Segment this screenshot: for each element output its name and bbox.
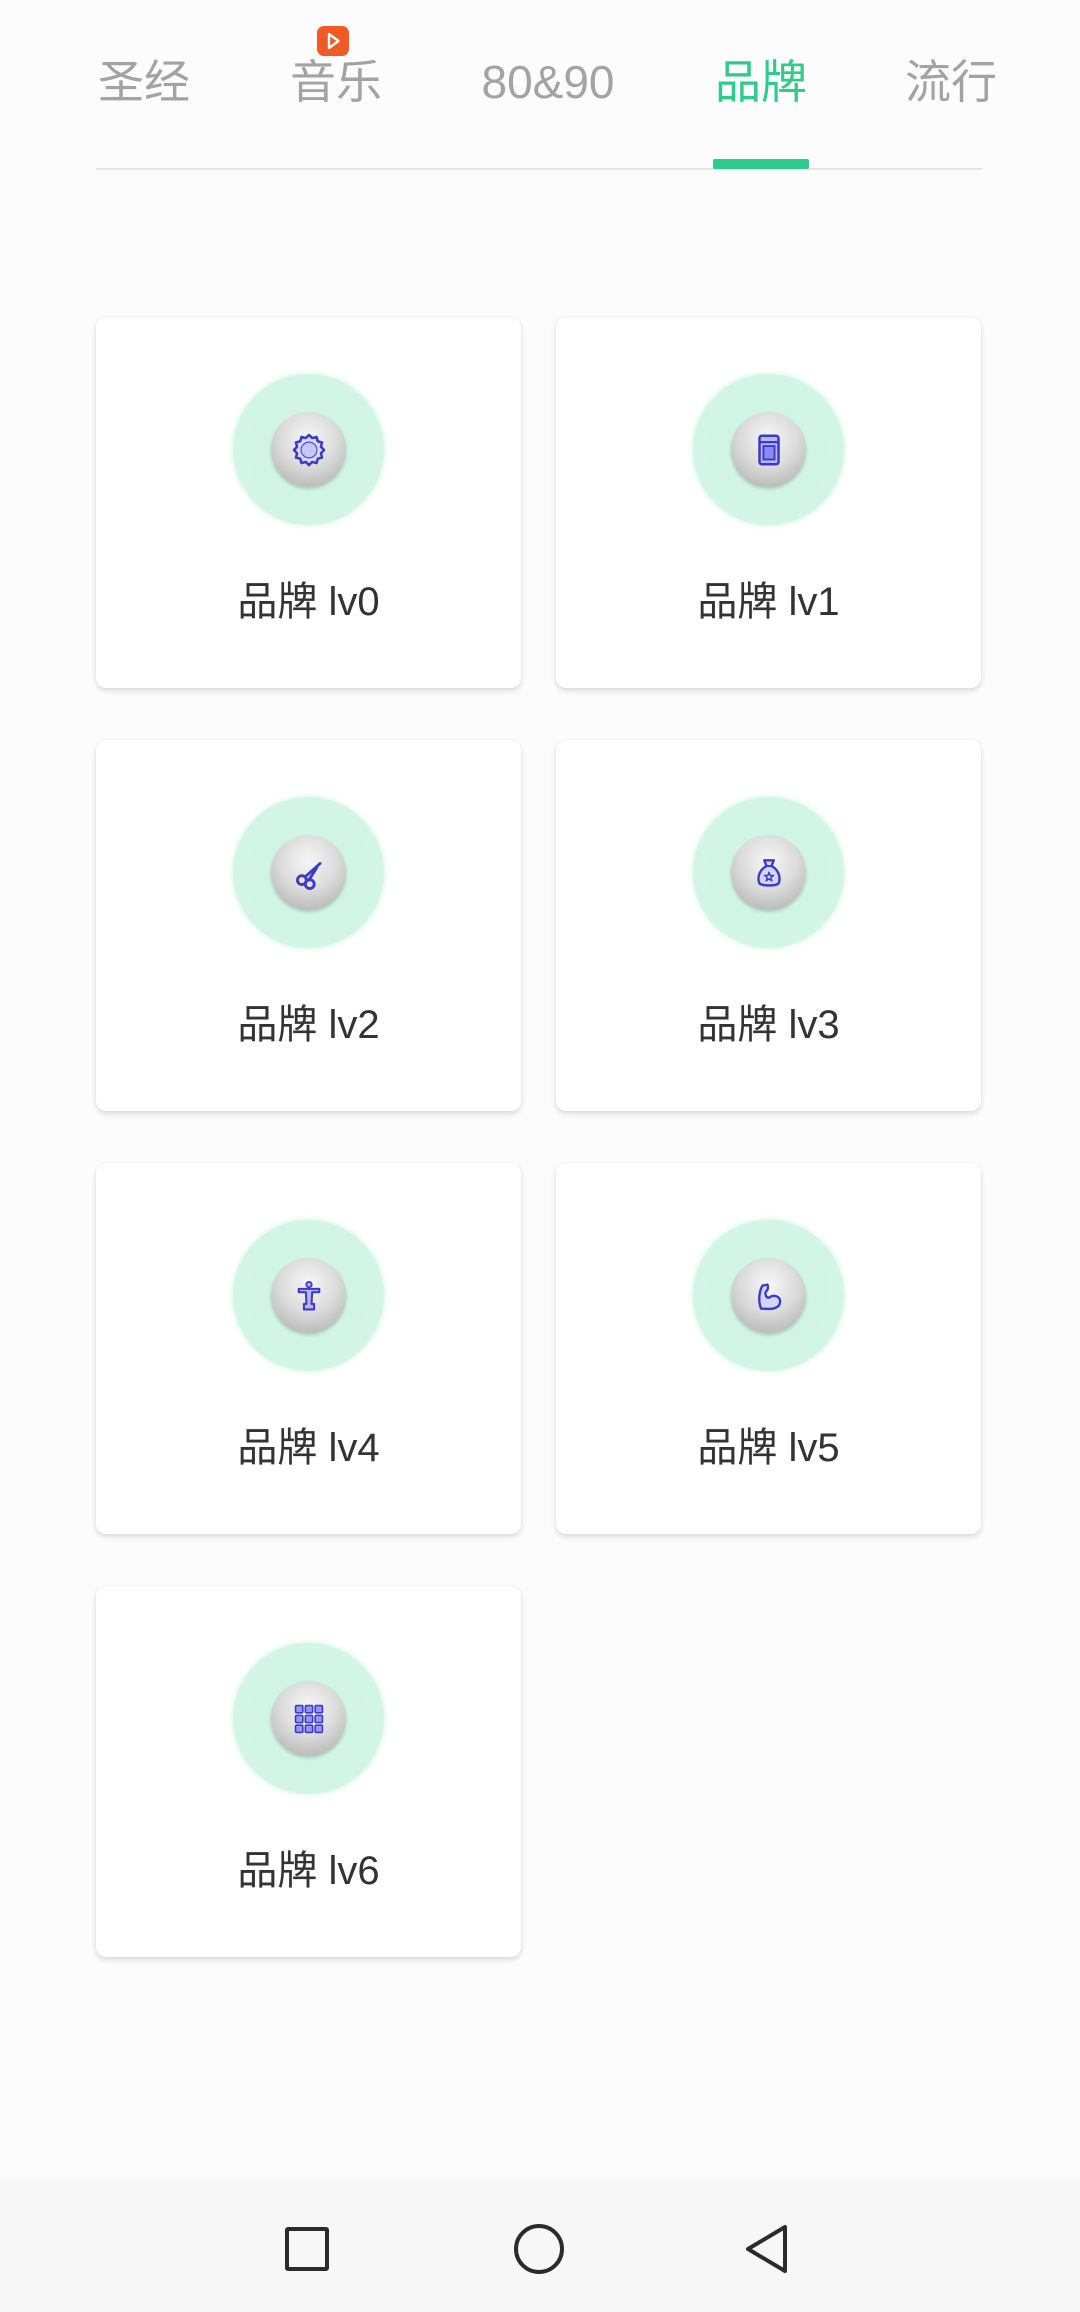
level-card-label: 品牌 lv6 — [237, 1849, 380, 1893]
icon-ring — [233, 1220, 384, 1371]
level-card-label: 品牌 lv5 — [697, 1426, 840, 1470]
flexed-arm-icon — [757, 1282, 781, 1310]
icon-ring — [693, 374, 844, 525]
level-card-lv5[interactable]: 品牌 lv5 — [556, 1163, 981, 1534]
circle-icon — [514, 2224, 564, 2274]
icon-ball — [271, 412, 346, 487]
level-card-lv2[interactable]: 品牌 lv2 — [96, 740, 521, 1111]
icon-ball — [271, 1681, 346, 1756]
icon-ring — [233, 797, 384, 948]
level-card-label: 品牌 lv4 — [237, 1426, 380, 1470]
tab-divider — [96, 168, 982, 170]
level-card-label: 品牌 lv2 — [237, 1003, 380, 1047]
icon-ring — [693, 1220, 844, 1371]
level-card-lv1[interactable]: 品牌 lv1 — [556, 317, 981, 688]
tab-active-indicator — [713, 159, 809, 169]
level-card-label: 品牌 lv1 — [697, 580, 840, 624]
home-button[interactable] — [479, 2180, 599, 2312]
icon-ring — [693, 797, 844, 948]
level-card-label: 品牌 lv3 — [697, 1003, 840, 1047]
scissors-icon — [295, 861, 322, 890]
back-button[interactable] — [707, 2180, 827, 2312]
icon-ring — [233, 1643, 384, 1794]
seal-badge-icon — [292, 433, 325, 466]
level-card-lv0[interactable]: 品牌 lv0 — [96, 317, 521, 688]
icon-ring — [233, 374, 384, 525]
icon-ball — [731, 1258, 806, 1333]
level-card-lv3[interactable]: 品牌 lv3 — [556, 740, 981, 1111]
tab-trending[interactable]: 流行 — [881, 54, 1021, 110]
system-nav-bar — [0, 2180, 1080, 2312]
recent-apps-button[interactable] — [247, 2180, 367, 2312]
icon-ball — [271, 1258, 346, 1333]
icon-ball — [271, 835, 346, 910]
money-bag-icon — [756, 858, 781, 887]
back-triangle-icon — [746, 2225, 787, 2273]
app-screen: 圣经 音乐 80&90 品牌 流行 品牌 lv0 品牌 lv1 品牌 lv2 品… — [0, 0, 1080, 2312]
grid-icon — [294, 1704, 323, 1733]
tab-brand[interactable]: 品牌 — [691, 54, 831, 110]
icon-ball — [731, 412, 806, 487]
icon-ball — [731, 835, 806, 910]
statue-icon — [297, 1280, 320, 1310]
level-card-label: 品牌 lv0 — [237, 580, 380, 624]
square-icon — [285, 2227, 329, 2271]
tab-80-90[interactable]: 80&90 — [478, 54, 618, 110]
level-card-lv4[interactable]: 品牌 lv4 — [96, 1163, 521, 1534]
notebook-icon — [757, 433, 780, 466]
level-card-lv6[interactable]: 品牌 lv6 — [96, 1586, 521, 1957]
tab-bible[interactable]: 圣经 — [74, 54, 214, 110]
play-badge-icon — [317, 26, 349, 56]
tab-music[interactable]: 音乐 — [266, 54, 406, 110]
tab-bar: 圣经 音乐 80&90 品牌 流行 — [0, 0, 1080, 172]
